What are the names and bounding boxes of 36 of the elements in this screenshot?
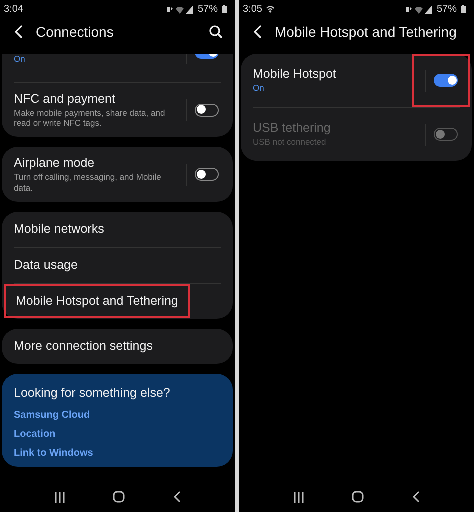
- toggle-switch[interactable]: [434, 74, 458, 87]
- item-subtitle: On: [253, 83, 266, 94]
- item-title[interactable]: NFC and payment: [14, 92, 178, 106]
- status-time: 3:05: [243, 4, 262, 14]
- status-icons: [166, 4, 194, 14]
- suggestion-link[interactable]: Location: [14, 428, 221, 440]
- back-icon[interactable]: [412, 491, 420, 503]
- menu-item[interactable]: More connection settings: [14, 339, 153, 354]
- suggestions-title: Looking for something else?: [14, 386, 172, 400]
- recent-apps-icon[interactable]: [54, 492, 66, 502]
- suggestion-link[interactable]: Link to Windows: [14, 448, 221, 459]
- home-icon[interactable]: [113, 491, 126, 503]
- battery-icon: [222, 5, 227, 13]
- battery-icon: [461, 5, 466, 13]
- battery-level: 57%: [198, 4, 218, 14]
- item-subtitle: USB not connected: [253, 137, 328, 148]
- item-title[interactable]: Airplane mode: [14, 156, 178, 170]
- suggestion-link[interactable]: Samsung Cloud: [14, 410, 221, 421]
- item-subtitle: On: [14, 54, 26, 64]
- status-time: 3:04: [4, 4, 24, 14]
- page-title: Mobile Hotspot and Tethering: [275, 24, 458, 40]
- battery-level: 57%: [436, 4, 457, 14]
- search-icon[interactable]: [209, 25, 223, 39]
- menu-item[interactable]: Mobile networks: [14, 222, 104, 236]
- menu-item[interactable]: Data usage: [14, 258, 78, 272]
- back-icon[interactable]: [173, 491, 182, 503]
- home-icon[interactable]: [352, 491, 364, 503]
- page-title: Connections: [36, 24, 115, 40]
- status-icons: [404, 4, 433, 14]
- toggle-switch[interactable]: [195, 168, 219, 182]
- item-subtitle: Make mobile payments, share data, and read or write NFC tags.: [14, 108, 166, 128]
- recent-apps-icon[interactable]: [292, 492, 305, 502]
- item-subtitle: Turn off calling, messaging, and Mobile data.: [14, 172, 162, 193]
- menu-item[interactable]: Mobile Hotspot and Tethering: [4, 284, 190, 318]
- item-title[interactable]: Mobile Hotspot: [253, 67, 417, 82]
- toggle-switch[interactable]: [195, 104, 219, 117]
